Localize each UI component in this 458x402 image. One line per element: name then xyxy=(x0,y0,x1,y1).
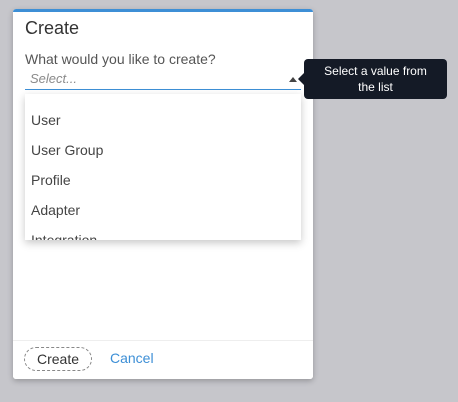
validation-tooltip: Select a value from the list xyxy=(298,59,447,99)
create-button[interactable]: Create xyxy=(24,347,92,371)
create-dialog: Create What would you like to create? Se… xyxy=(13,9,313,379)
option-integration[interactable]: Integration xyxy=(31,232,97,240)
create-type-label: What would you like to create? xyxy=(25,51,216,67)
tooltip-line-1: Select a value from xyxy=(324,64,427,78)
cancel-button[interactable]: Cancel xyxy=(110,350,154,366)
tooltip-line-2: the list xyxy=(358,80,393,94)
select-placeholder: Select... xyxy=(30,71,77,86)
option-user[interactable]: User xyxy=(31,112,61,128)
dialog-accent-bar xyxy=(13,9,313,12)
tooltip-arrow xyxy=(298,73,304,85)
caret-up-icon[interactable] xyxy=(289,77,297,82)
dialog-title: Create xyxy=(25,18,80,38)
create-type-select[interactable]: Select... xyxy=(25,69,301,90)
option-profile[interactable]: Profile xyxy=(31,172,71,188)
select-dropdown-list: User User Group Profile Adapter Integrat… xyxy=(25,94,301,240)
option-adapter[interactable]: Adapter xyxy=(31,202,80,218)
option-user-group[interactable]: User Group xyxy=(31,142,103,158)
dialog-footer: Create Cancel xyxy=(13,340,313,379)
